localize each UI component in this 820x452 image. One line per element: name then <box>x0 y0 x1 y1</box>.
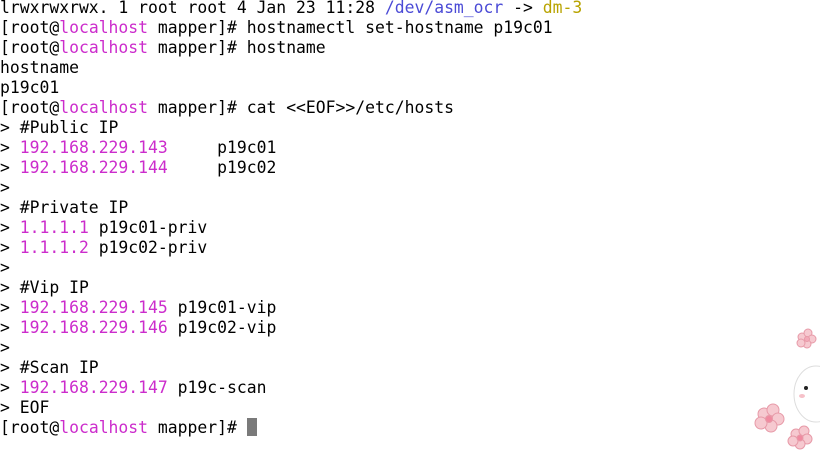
prompt-close: mapper]# <box>148 98 247 117</box>
output-text: cat <<EOF>>/etc/hosts <box>246 98 454 117</box>
output-text: > EOF <box>0 398 50 417</box>
output-text: p19c01 <box>167 138 277 157</box>
output-text: hostnamectl set-hostname p19c01 <box>246 18 553 37</box>
prompt-open: [root@ <box>0 98 60 117</box>
terminal-line: p19c01 <box>0 78 582 98</box>
prompt-open: [root@ <box>0 18 60 37</box>
output-text: > <box>0 138 20 157</box>
ip-address: 1.1.1.1 <box>19 218 89 237</box>
terminal-line: > #Scan IP <box>0 358 582 378</box>
output-text: > <box>0 218 20 237</box>
terminal-line: > <box>0 178 582 198</box>
prompt-close: mapper]# <box>148 18 247 37</box>
terminal-line: hostname <box>0 58 582 78</box>
terminal-line: [root@localhost mapper]# hostnamectl set… <box>0 18 582 38</box>
output-text: > #Public IP <box>0 118 119 137</box>
output-text: p19c-scan <box>167 378 267 397</box>
output-text: > <box>0 238 20 257</box>
ip-address: 192.168.229.145 <box>19 298 168 317</box>
prompt-close: mapper]# <box>148 418 247 437</box>
terminal-line: [root@localhost mapper]# cat <<EOF>>/etc… <box>0 98 582 118</box>
terminal-line: > 192.168.229.147 p19c-scan <box>0 378 582 398</box>
terminal-line: > 192.168.229.143 p19c01 <box>0 138 582 158</box>
output-text: p19c01-priv <box>88 218 208 237</box>
symlink-path: /dev/asm_ocr <box>384 0 504 17</box>
terminal-line: > EOF <box>0 398 582 418</box>
cherry-blossom-sticker-icon <box>754 328 820 450</box>
prompt-open: [root@ <box>0 418 60 437</box>
terminal-line: > <box>0 258 582 278</box>
terminal-line: [root@localhost mapper]# <box>0 418 582 438</box>
prompt-host: localhost <box>59 418 149 437</box>
prompt-host: localhost <box>59 98 149 117</box>
terminal-output: lrwxrwxrwx. 1 root root 4 Jan 23 11:28 /… <box>0 0 582 438</box>
output-text: p19c01-vip <box>167 298 277 317</box>
output-text: p19c02 <box>167 158 277 177</box>
output-text: > <box>0 338 10 357</box>
terminal-line: > <box>0 338 582 358</box>
output-text: p19c02-vip <box>167 318 277 337</box>
device-name: dm-3 <box>542 0 583 17</box>
prompt-host: localhost <box>59 18 149 37</box>
output-text: > #Scan IP <box>0 358 99 377</box>
output-text: lrwxrwxrwx. 1 root root 4 Jan 23 11:28 <box>0 0 385 17</box>
output-text: hostname <box>0 58 79 77</box>
output-text: > <box>0 318 20 337</box>
output-text: > #Vip IP <box>0 278 89 297</box>
terminal-line: > #Vip IP <box>0 278 582 298</box>
terminal-line: [root@localhost mapper]# hostname <box>0 38 582 58</box>
terminal-cursor[interactable] <box>246 418 257 436</box>
output-text: > <box>0 178 10 197</box>
terminal-line: > #Private IP <box>0 198 582 218</box>
terminal-line: > 192.168.229.145 p19c01-vip <box>0 298 582 318</box>
terminal-line: > 192.168.229.146 p19c02-vip <box>0 318 582 338</box>
output-text: p19c01 <box>0 78 60 97</box>
ip-address: 1.1.1.2 <box>19 238 89 257</box>
ip-address: 192.168.229.147 <box>19 378 168 397</box>
terminal-window[interactable]: lrwxrwxrwx. 1 root root 4 Jan 23 11:28 /… <box>0 0 820 452</box>
terminal-line: lrwxrwxrwx. 1 root root 4 Jan 23 11:28 /… <box>0 0 582 18</box>
terminal-line: > 1.1.1.1 p19c01-priv <box>0 218 582 238</box>
output-text: p19c02-priv <box>88 238 208 257</box>
terminal-line: > 192.168.229.144 p19c02 <box>0 158 582 178</box>
output-text: > <box>0 298 20 317</box>
prompt-open: [root@ <box>0 38 60 57</box>
output-text: > <box>0 158 20 177</box>
output-text: -> <box>503 0 543 17</box>
ip-address: 192.168.229.144 <box>19 158 168 177</box>
output-text: > #Private IP <box>0 198 129 217</box>
output-text: hostname <box>246 38 326 57</box>
terminal-line: > #Public IP <box>0 118 582 138</box>
prompt-host: localhost <box>59 38 149 57</box>
prompt-close: mapper]# <box>148 38 247 57</box>
ip-address: 192.168.229.146 <box>19 318 168 337</box>
output-text: > <box>0 258 10 277</box>
terminal-line: > 1.1.1.2 p19c02-priv <box>0 238 582 258</box>
output-text: > <box>0 378 20 397</box>
ip-address: 192.168.229.143 <box>19 138 168 157</box>
